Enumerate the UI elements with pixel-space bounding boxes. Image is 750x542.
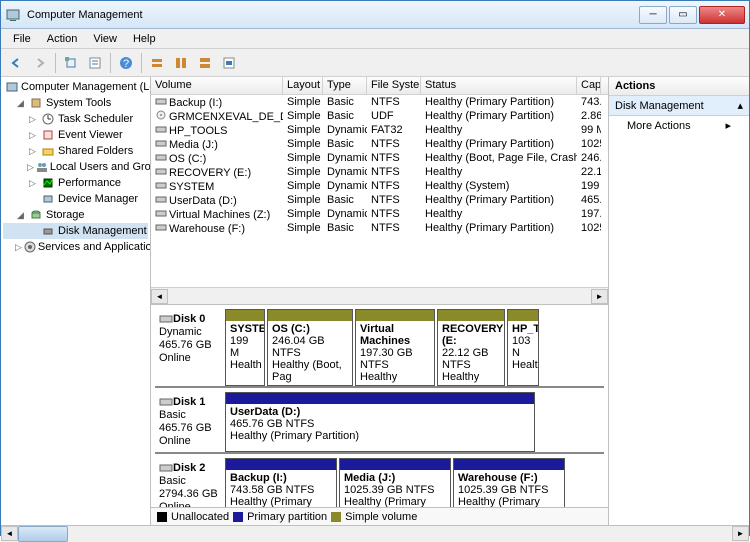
volume-row[interactable]: GRMCENXEVAL_DE_DVD (SimpleBasicUDFHealth… [151,109,608,123]
volume-scrollbar[interactable]: ◄ ► [151,287,608,304]
col-layout[interactable]: Layout [283,77,323,94]
volume-row[interactable]: Backup (I:)SimpleBasicNTFSHealthy (Prima… [151,95,608,109]
refresh-icon[interactable] [60,52,82,74]
menu-help[interactable]: Help [125,31,164,47]
toolbar: ? [1,49,749,77]
view-graphical-icon[interactable] [170,52,192,74]
tree-device-manager[interactable]: Device Manager [3,191,148,207]
view-all-icon[interactable] [194,52,216,74]
menubar: File Action View Help [1,29,749,49]
tree-system-tools[interactable]: ◢System Tools [3,95,148,111]
partition[interactable]: RECOVERY (E:22.12 GB NTFSHealthy [437,309,505,386]
tree-performance[interactable]: ▷Performance [3,175,148,191]
tree-task-scheduler[interactable]: ▷Task Scheduler [3,111,148,127]
tree-root[interactable]: Computer Management (Local [3,79,148,95]
bottom-scrollbar[interactable]: ◄ ► [1,525,749,542]
partition[interactable]: HP_T103 NHealt [507,309,539,386]
volume-row[interactable]: Media (J:)SimpleBasicNTFSHealthy (Primar… [151,137,608,151]
disk-header: Disk 1Basic465.76 GBOnline [155,392,225,452]
scroll-thumb[interactable] [18,526,68,542]
window-title: Computer Management [27,9,639,21]
minimize-button[interactable]: ─ [639,6,667,24]
tree-local-users[interactable]: ▷Local Users and Groups [3,159,148,175]
center-panel: Volume Layout Type File System Status Ca… [151,77,609,525]
tree-panel: Computer Management (Local ◢System Tools… [1,77,151,525]
menu-file[interactable]: File [5,31,39,47]
col-status[interactable]: Status [421,77,577,94]
volume-row[interactable]: RECOVERY (E:)SimpleDynamicNTFSHealthy22.… [151,165,608,179]
collapse-icon: ▴ [737,99,743,112]
col-volume[interactable]: Volume [151,77,283,94]
menu-action[interactable]: Action [39,31,86,47]
chevron-right-icon: ▸ [725,119,731,132]
svg-text:?: ? [123,58,129,70]
volume-row[interactable]: Warehouse (F:)SimpleBasicNTFSHealthy (Pr… [151,221,608,235]
scroll-right-icon[interactable]: ► [591,289,608,304]
app-icon [5,7,21,23]
scroll-left-icon[interactable]: ◄ [151,289,168,304]
properties-icon[interactable] [84,52,106,74]
scroll-right-icon[interactable]: ► [732,526,749,541]
partition[interactable]: Media (J:)1025.39 GB NTFSHealthy (Primar… [339,458,451,507]
col-filesystem[interactable]: File System [367,77,421,94]
disk-row[interactable]: Disk 0Dynamic465.76 GBOnlineSYSTE199 MHe… [155,309,604,388]
back-button[interactable] [5,52,27,74]
volume-row[interactable]: Virtual Machines (Z:)SimpleDynamicNTFSHe… [151,207,608,221]
tree-disk-management[interactable]: Disk Management [3,223,148,239]
scroll-left-icon[interactable]: ◄ [1,526,18,541]
close-button[interactable]: ✕ [699,6,745,24]
volume-header: Volume Layout Type File System Status Ca… [151,77,608,95]
disk-row[interactable]: Disk 1Basic465.76 GBOnlineUserData (D:)4… [155,392,604,454]
partition[interactable]: OS (C:)246.04 GB NTFSHealthy (Boot, Pag [267,309,353,386]
maximize-button[interactable]: ▭ [669,6,697,24]
legend-swatch-primary [233,512,243,522]
actions-title: Actions [609,77,749,96]
help-icon[interactable]: ? [115,52,137,74]
disk-row[interactable]: Disk 2Basic2794.36 GBOnlineBackup (I:)74… [155,458,604,507]
partition[interactable]: Backup (I:)743.58 GB NTFSHealthy (Primar… [225,458,337,507]
volume-row[interactable]: OS (C:)SimpleDynamicNTFSHealthy (Boot, P… [151,151,608,165]
settings-icon[interactable] [218,52,240,74]
legend-swatch-simple [331,512,341,522]
menu-view[interactable]: View [85,31,125,47]
disk-header: Disk 2Basic2794.36 GBOnline [155,458,225,507]
volume-list[interactable]: Backup (I:)SimpleBasicNTFSHealthy (Prima… [151,95,608,287]
partition[interactable]: UserData (D:)465.76 GB NTFSHealthy (Prim… [225,392,535,452]
volume-row[interactable]: HP_TOOLSSimpleDynamicFAT32Healthy99 M [151,123,608,137]
volume-row[interactable]: SYSTEMSimpleDynamicNTFSHealthy (System)1… [151,179,608,193]
tree-event-viewer[interactable]: ▷Event Viewer [3,127,148,143]
view-list-icon[interactable] [146,52,168,74]
forward-button[interactable] [29,52,51,74]
partition[interactable]: SYSTE199 MHealth [225,309,265,386]
partition[interactable]: Warehouse (F:)1025.39 GB NTFSHealthy (Pr… [453,458,565,507]
col-type[interactable]: Type [323,77,367,94]
partition[interactable]: Virtual Machines197.30 GB NTFSHealthy [355,309,435,386]
titlebar: Computer Management ─ ▭ ✕ [1,1,749,29]
col-capacity[interactable]: Cap [577,77,601,94]
tree-storage[interactable]: ◢Storage [3,207,148,223]
actions-panel: Actions Disk Management▴ More Actions▸ [609,77,749,525]
graphical-view[interactable]: Disk 0Dynamic465.76 GBOnlineSYSTE199 MHe… [151,304,608,507]
disk-header: Disk 0Dynamic465.76 GBOnline [155,309,225,386]
tree-shared-folders[interactable]: ▷Shared Folders [3,143,148,159]
tree-services[interactable]: ▷Services and Applications [3,239,148,255]
volume-row[interactable]: UserData (D:)SimpleBasicNTFSHealthy (Pri… [151,193,608,207]
actions-disk-management[interactable]: Disk Management▴ [609,96,749,116]
legend: Unallocated Primary partition Simple vol… [151,507,608,525]
legend-swatch-unallocated [157,512,167,522]
actions-more[interactable]: More Actions▸ [609,116,749,135]
